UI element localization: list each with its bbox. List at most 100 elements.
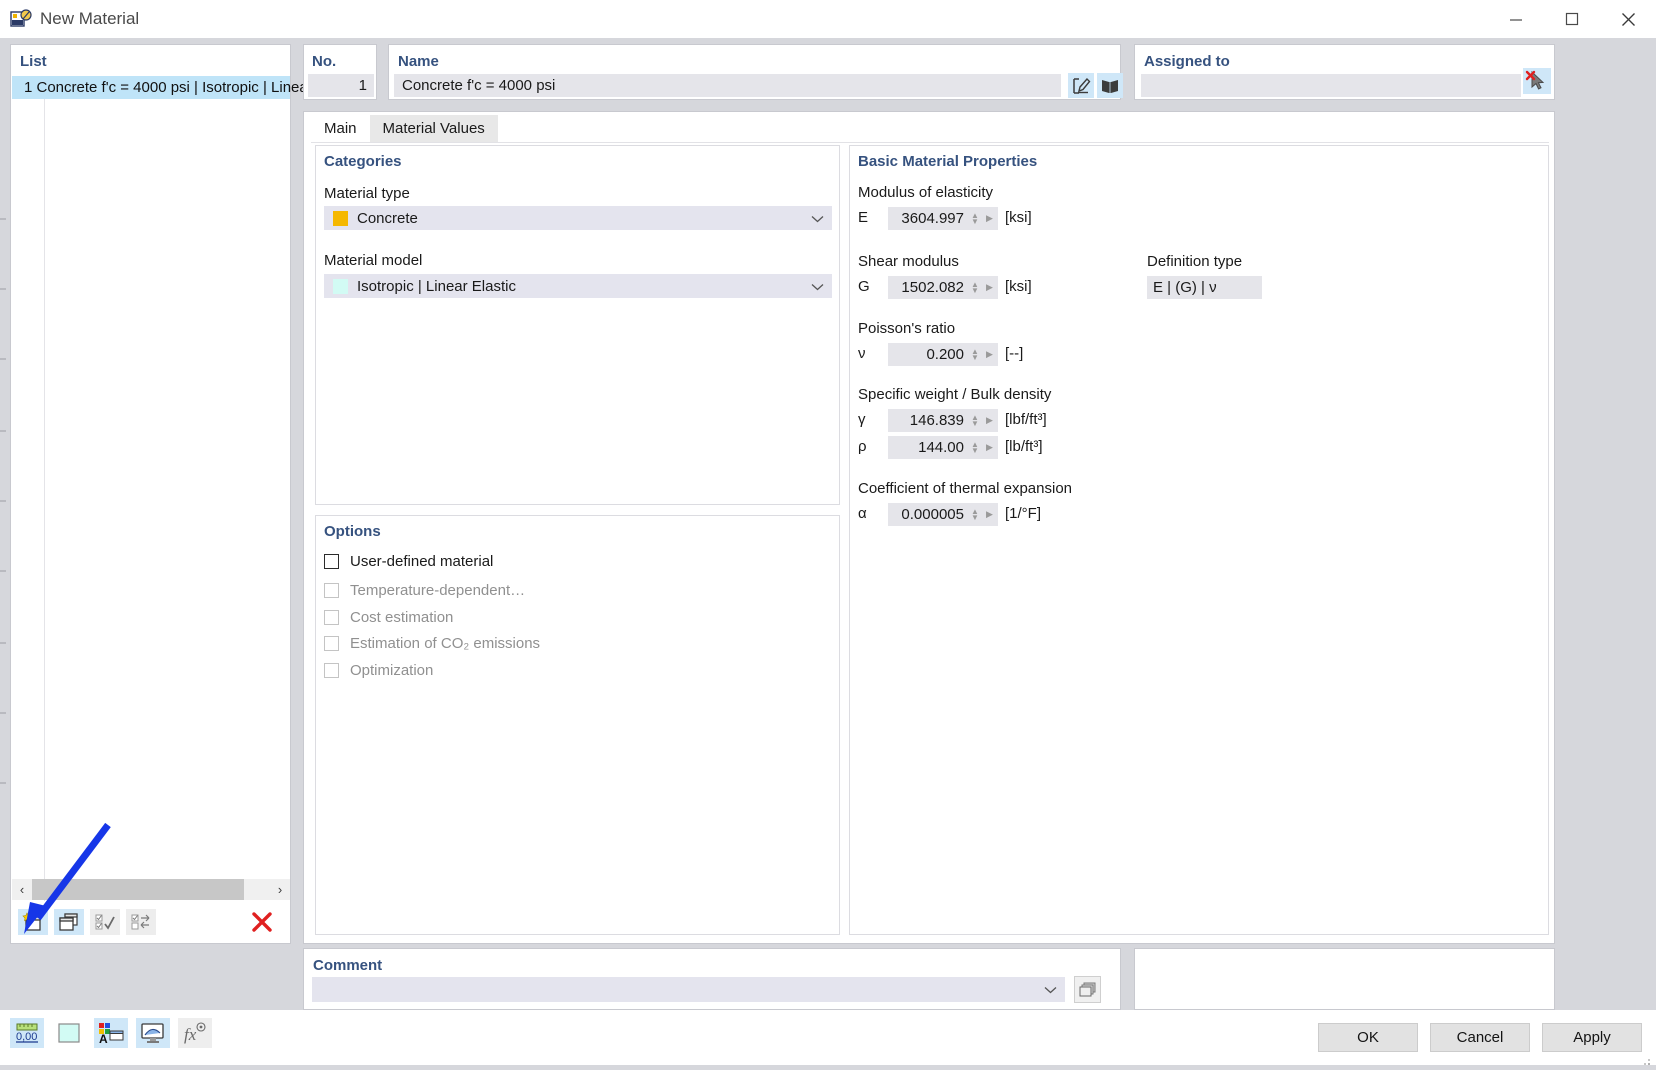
delete-assignment-icon[interactable] [1523, 68, 1551, 94]
chevron-down-icon[interactable] [811, 278, 824, 295]
footer-toolbar: 0,00 A fx [10, 1018, 220, 1048]
list-item[interactable]: 1 Concrete f'c = 4000 psi | Isotropic | … [12, 76, 313, 99]
resize-grip-icon[interactable] [1643, 1053, 1651, 1065]
shear-modulus-unit: [ksi] [1005, 278, 1032, 295]
footer-bar: 0,00 A fx OK Cancel Apply [0, 1010, 1656, 1065]
render-monitor-icon[interactable] [136, 1018, 170, 1048]
number-input[interactable]: 1 [308, 74, 374, 97]
poissons-ratio-unit: [--] [1005, 345, 1024, 362]
main-content-card: Main Material Values Categories Material… [303, 111, 1555, 944]
left-edge-strip [0, 38, 10, 1010]
shear-modulus-label: Shear modulus [858, 253, 959, 270]
spinner-more-icon[interactable]: ▶ [981, 276, 998, 299]
checkbox-cost-estimation: Cost estimation [324, 609, 453, 626]
name-panel-title: Name [398, 53, 439, 70]
comment-library-icon[interactable] [1074, 976, 1101, 1003]
window-controls [1488, 0, 1656, 38]
display-properties-icon[interactable]: A [94, 1018, 128, 1048]
thermal-expansion-input[interactable]: 0.000005 ▲ ▼ ▶ [888, 503, 998, 526]
bulk-density-input[interactable]: 144.00 ▲ ▼ ▶ [888, 436, 998, 459]
spinner-updown-icon[interactable]: ▲ ▼ [969, 503, 981, 526]
basic-material-properties-group: Basic Material Properties Modulus of ela… [849, 145, 1549, 935]
spinner-updown-icon[interactable]: ▲ ▼ [969, 343, 981, 366]
thermal-expansion-unit: [1/°F] [1005, 505, 1042, 522]
checkbox-user-defined-material[interactable]: User-defined material [324, 553, 493, 570]
symbol-E: E [858, 209, 869, 226]
thermal-expansion-label: Coefficient of thermal expansion [858, 480, 1073, 497]
chevron-down-icon[interactable] [1044, 981, 1057, 998]
scroll-left-icon[interactable]: ‹ [12, 879, 32, 900]
name-input[interactable]: Concrete f'c = 4000 psi [394, 74, 1061, 97]
properties-heading: Basic Material Properties [858, 153, 1038, 170]
fx-icon: fx [178, 1018, 212, 1048]
specific-weight-input[interactable]: 146.839 ▲ ▼ ▶ [888, 409, 998, 432]
invert-selection-icon [126, 908, 156, 935]
tab-material-values[interactable]: Material Values [369, 115, 498, 142]
list-toolbar [12, 901, 290, 942]
new-window-icon[interactable] [18, 908, 48, 935]
checkbox-icon [324, 610, 339, 625]
material-list-panel: List 1 Concrete f'c = 4000 psi | Isotrop… [10, 44, 313, 944]
modulus-of-elasticity-input[interactable]: 3604.997 ▲ ▼ ▶ [888, 207, 998, 230]
specific-weight-value: 146.839 [909, 412, 964, 429]
checkbox-icon[interactable] [324, 554, 339, 569]
red-x-icon[interactable] [248, 909, 276, 935]
chevron-down-icon[interactable] [811, 210, 824, 227]
assigned-to-input[interactable] [1141, 74, 1521, 97]
categories-heading: Categories [324, 153, 402, 170]
close-icon[interactable] [1600, 0, 1656, 38]
spinner-updown-icon[interactable]: ▲ ▼ [969, 436, 981, 459]
thermal-expansion-value: 0.000005 [901, 506, 964, 523]
tab-bar: Main Material Values [311, 115, 498, 142]
apply-button[interactable]: Apply [1542, 1023, 1642, 1052]
spinner-updown-icon[interactable]: ▲ ▼ [969, 207, 981, 230]
scrollbar-thumb[interactable] [32, 879, 244, 900]
maximize-icon[interactable] [1544, 0, 1600, 38]
spinner-more-icon[interactable]: ▶ [981, 503, 998, 526]
name-panel: Name Concrete f'c = 4000 psi [388, 44, 1123, 100]
svg-text:0,00: 0,00 [16, 1031, 37, 1043]
shear-modulus-input[interactable]: 1502.082 ▲ ▼ ▶ [888, 276, 998, 299]
comment-title: Comment [313, 957, 383, 974]
checkbox-icon [324, 663, 339, 678]
scroll-right-icon[interactable]: › [270, 879, 290, 900]
spinner-more-icon[interactable]: ▶ [981, 207, 998, 230]
material-type-select[interactable]: Concrete [324, 206, 832, 230]
checkbox-label: User-defined material [350, 553, 494, 570]
list-horizontal-scrollbar[interactable]: ‹ › [12, 879, 290, 900]
decimal-places-icon[interactable]: 0,00 [10, 1018, 44, 1048]
modulus-of-elasticity-label: Modulus of elasticity [858, 184, 994, 201]
material-model-select[interactable]: Isotropic | Linear Elastic [324, 274, 832, 298]
poissons-ratio-input[interactable]: 0.200 ▲ ▼ ▶ [888, 343, 998, 366]
comment-input[interactable] [312, 977, 1065, 1002]
spinner-updown-icon[interactable]: ▲ ▼ [969, 409, 981, 432]
modulus-of-elasticity-value: 3604.997 [901, 210, 964, 227]
spinner-more-icon[interactable]: ▶ [981, 436, 998, 459]
spinner-updown-icon[interactable]: ▲ ▼ [969, 276, 981, 299]
tab-main[interactable]: Main [311, 115, 370, 142]
window-titlebar: New Material [0, 0, 1656, 38]
material-model-label: Material model [324, 252, 423, 269]
material-library-icon[interactable] [1097, 73, 1123, 98]
material-window-icon [10, 9, 32, 29]
number-panel: No. 1 [303, 44, 377, 100]
poissons-ratio-value: 0.200 [926, 346, 964, 363]
symbol-gamma: γ [858, 411, 866, 428]
checkbox-temperature-dependent: Temperature-dependent… [324, 582, 525, 599]
tab-underline [311, 142, 1549, 143]
cancel-button[interactable]: Cancel [1430, 1023, 1530, 1052]
minimize-icon[interactable] [1488, 0, 1544, 38]
color-swatch-icon[interactable] [52, 1018, 86, 1048]
edit-name-icon[interactable] [1068, 73, 1094, 98]
spinner-more-icon[interactable]: ▶ [981, 343, 998, 366]
definition-type-select[interactable]: E | (G) | ν [1147, 276, 1262, 299]
spinner-more-icon[interactable]: ▶ [981, 409, 998, 432]
scrollbar-track[interactable] [244, 879, 270, 900]
copy-window-icon[interactable] [54, 908, 84, 935]
symbol-nu: ν [858, 345, 866, 362]
checkbox-label: Optimization [350, 662, 434, 679]
ok-button[interactable]: OK [1318, 1023, 1418, 1052]
comment-panel: Comment [303, 948, 1121, 1010]
assigned-to-title: Assigned to [1144, 53, 1230, 70]
shear-modulus-value: 1502.082 [901, 279, 964, 296]
